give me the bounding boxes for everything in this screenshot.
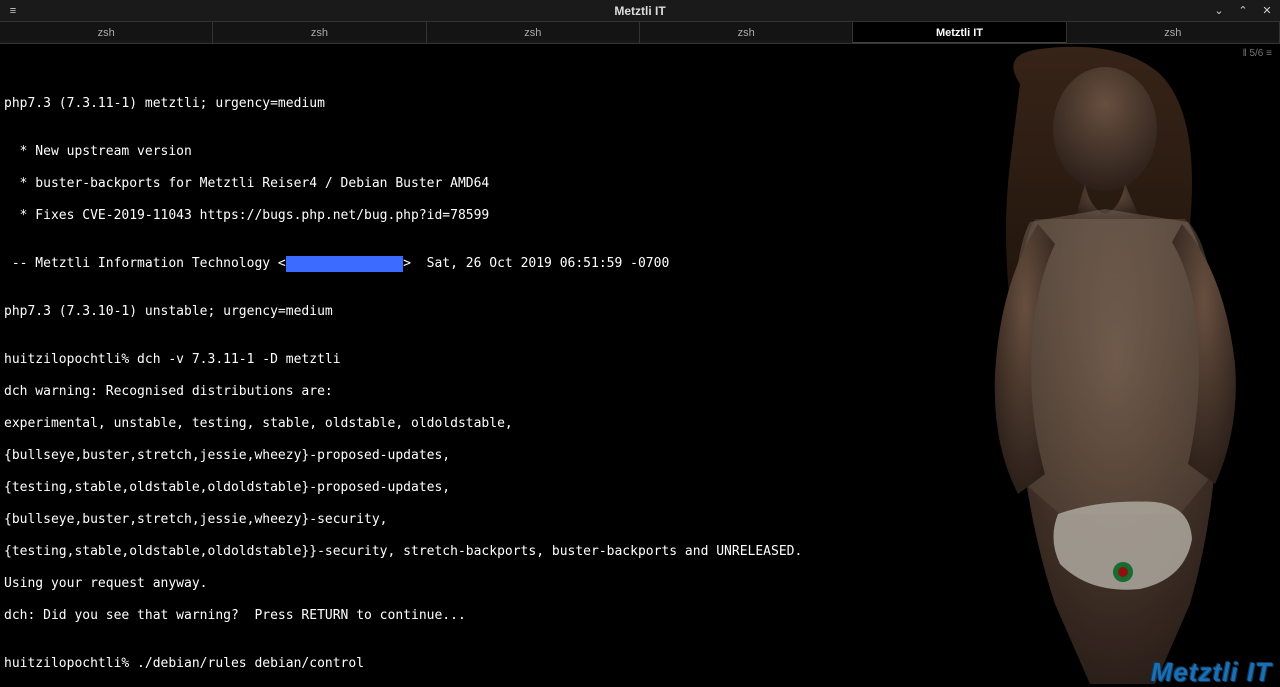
term-line: * buster-backports for Metztli Reiser4 /… <box>4 176 1276 192</box>
tab-zsh-6[interactable]: zsh <box>1067 22 1280 43</box>
tab-zsh-3[interactable]: zsh <box>427 22 640 43</box>
term-line: experimental, unstable, testing, stable,… <box>4 416 1276 432</box>
term-line: * Fixes CVE-2019-11043 https://bugs.php.… <box>4 208 1276 224</box>
term-line: php7.3 (7.3.10-1) unstable; urgency=medi… <box>4 304 1276 320</box>
terminal-output[interactable]: php7.3 (7.3.11-1) metztli; urgency=mediu… <box>0 44 1280 684</box>
window-title: Metztli IT <box>614 3 665 19</box>
term-line: {bullseye,buster,stretch,jessie,wheezy}-… <box>4 448 1276 464</box>
term-line: dch warning: Recognised distributions ar… <box>4 384 1276 400</box>
watermark-logo: Metztli IT <box>1151 664 1272 680</box>
tab-zsh-2[interactable]: zsh <box>213 22 426 43</box>
term-line: {testing,stable,oldstable,oldoldstable}-… <box>4 480 1276 496</box>
term-line: php7.3 (7.3.11-1) metztli; urgency=mediu… <box>4 96 1276 112</box>
tab-bar: zsh zsh zsh zsh Metztli IT zsh <box>0 22 1280 44</box>
term-line: * New upstream version <box>4 144 1276 160</box>
tab-zsh-4[interactable]: zsh <box>640 22 853 43</box>
term-line: {bullseye,buster,stretch,jessie,wheezy}-… <box>4 512 1276 528</box>
term-line: huitzilopochtli% ./debian/rules debian/c… <box>4 656 1276 672</box>
term-line: Using your request anyway. <box>4 576 1276 592</box>
tab-zsh-1[interactable]: zsh <box>0 22 213 43</box>
window-titlebar: ≡ Metztli IT ⌄ ⌃ ✕ <box>0 0 1280 22</box>
minimize-icon[interactable]: ⌄ <box>1212 4 1226 18</box>
term-line: {testing,stable,oldstable,oldoldstable}}… <box>4 544 1276 560</box>
redacted-email: jxxx@xxxxxxx.xx <box>286 256 403 272</box>
app-menu-icon[interactable]: ≡ <box>6 4 20 18</box>
close-icon[interactable]: ✕ <box>1260 4 1274 18</box>
maximize-icon[interactable]: ⌃ <box>1236 4 1250 18</box>
tab-metztli-it[interactable]: Metztli IT <box>853 22 1066 43</box>
term-line: dch: Did you see that warning? Press RET… <box>4 608 1276 624</box>
term-line: huitzilopochtli% dch -v 7.3.11-1 -D metz… <box>4 352 1276 368</box>
titlebar-right: ⌄ ⌃ ✕ <box>1212 4 1274 18</box>
term-line: -- Metztli Information Technology <jxxx@… <box>4 256 1276 272</box>
titlebar-left: ≡ <box>6 4 20 18</box>
